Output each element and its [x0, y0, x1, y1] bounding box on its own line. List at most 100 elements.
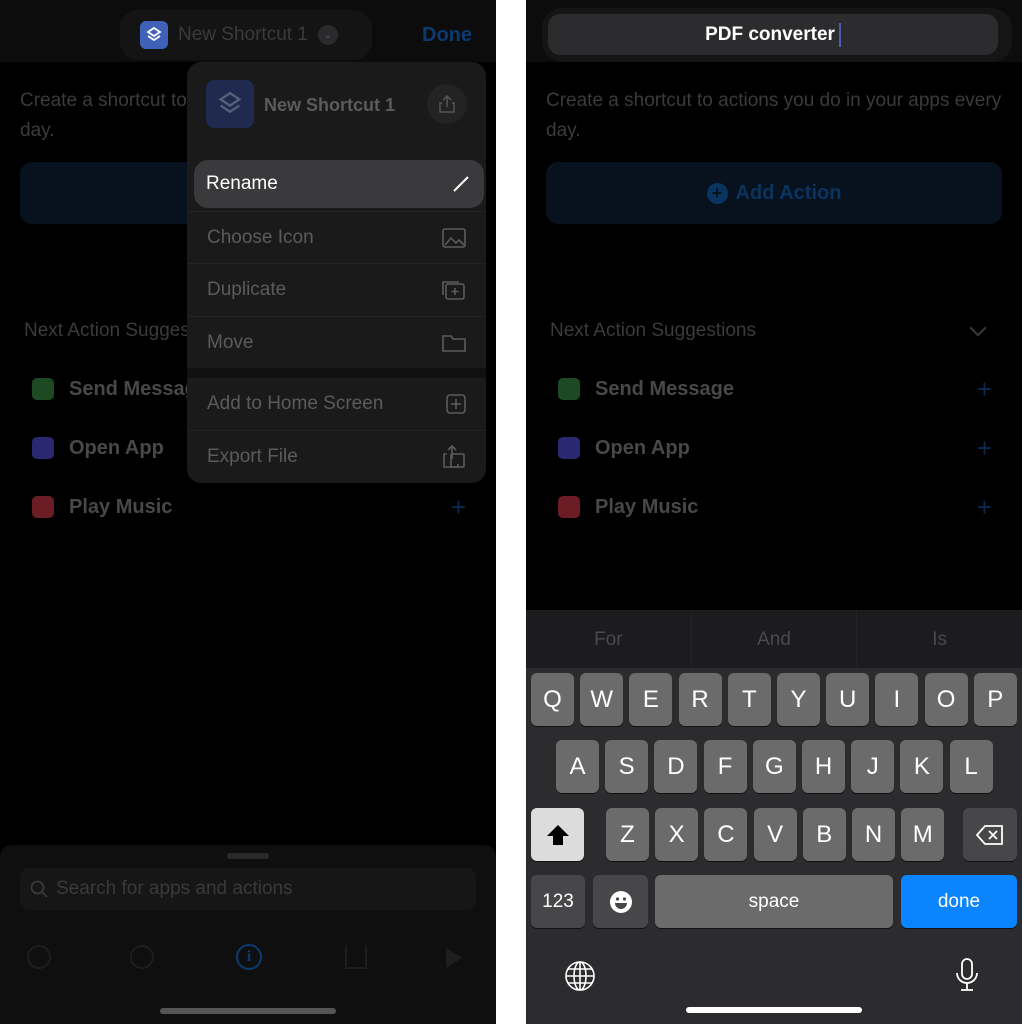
share-button[interactable]: [427, 84, 467, 124]
key-b[interactable]: B: [802, 808, 846, 861]
key-l[interactable]: L: [949, 740, 993, 793]
suggestion-row[interactable]: Open App +: [546, 425, 1002, 471]
info-icon[interactable]: i: [236, 944, 262, 970]
menu-item-duplicate[interactable]: Duplicate: [187, 263, 486, 315]
duplicate-icon: [442, 280, 465, 300]
menu-item-choose-icon[interactable]: Choose Icon: [187, 211, 486, 263]
menu-shortcut-icon: [206, 80, 254, 128]
keyboard: For And Is QWERTYUIOP ASDFGHJKL ZXCVBNM 12…: [526, 610, 1022, 1024]
menu-item-label: Choose Icon: [207, 226, 314, 248]
add-action-button[interactable]: + Add Action: [546, 162, 1002, 224]
shortcut-name-input[interactable]: PDF converter: [548, 14, 998, 55]
microphone-icon[interactable]: [955, 958, 979, 992]
menu-item-label: Duplicate: [207, 278, 287, 300]
plus-circle-icon: +: [706, 182, 728, 204]
app-icon: [32, 437, 54, 459]
sheet-handle[interactable]: [227, 853, 269, 859]
undo-icon[interactable]: [27, 945, 51, 969]
search-field[interactable]: Search for apps and actions: [20, 868, 476, 910]
key-m[interactable]: M: [901, 808, 945, 861]
key-i[interactable]: I: [875, 673, 919, 726]
emoji-icon: [609, 890, 632, 913]
suggestion-row[interactable]: Send Message +: [546, 366, 1002, 412]
key-d[interactable]: D: [654, 740, 698, 793]
home-indicator: [686, 1007, 862, 1013]
plus-square-icon: [446, 394, 466, 414]
key-u[interactable]: U: [826, 673, 870, 726]
key-c[interactable]: C: [704, 808, 748, 861]
suggestion-row[interactable]: Play Music +: [546, 484, 1002, 530]
add-action-label: Add Action: [735, 181, 842, 204]
plus-icon[interactable]: +: [451, 492, 466, 523]
numbers-key[interactable]: 123: [531, 875, 585, 928]
plus-icon[interactable]: +: [977, 433, 992, 464]
suggestion-label: Play Music: [595, 495, 699, 518]
suggestion-row[interactable]: Play Music +: [20, 484, 476, 530]
key-j[interactable]: J: [851, 740, 895, 793]
chevron-down-icon[interactable]: ⌄: [317, 25, 338, 45]
prediction-item[interactable]: And: [692, 610, 858, 668]
key-v[interactable]: V: [753, 808, 797, 861]
share-icon[interactable]: [345, 945, 367, 969]
prediction-bar: For And Is: [526, 610, 1022, 668]
menu-item-rename[interactable]: Rename: [194, 160, 484, 208]
bottom-sheet: Search for apps and actions i: [0, 845, 496, 1024]
search-icon: [30, 880, 48, 898]
menu-item-add-to-home-screen[interactable]: Add to Home Screen: [187, 378, 486, 430]
key-q[interactable]: Q: [531, 673, 574, 726]
left-screen: New Shortcut 1 ⌄ Done Create a shortcut …: [0, 0, 496, 1024]
key-o[interactable]: O: [924, 673, 968, 726]
photo-icon: [442, 227, 466, 248]
key-y[interactable]: Y: [777, 673, 820, 726]
key-e[interactable]: E: [629, 673, 673, 726]
space-key[interactable]: space: [655, 875, 893, 928]
menu-title: New Shortcut 1: [264, 95, 396, 115]
search-placeholder: Search for apps and actions: [56, 878, 293, 899]
plus-icon[interactable]: +: [977, 374, 992, 405]
shortcut-title: New Shortcut 1: [178, 24, 308, 45]
key-h[interactable]: H: [802, 740, 845, 793]
done-button[interactable]: Done: [422, 24, 472, 47]
key-x[interactable]: X: [655, 808, 699, 861]
music-icon: [558, 496, 580, 518]
key-w[interactable]: W: [580, 673, 624, 726]
redo-icon[interactable]: [130, 945, 154, 969]
shift-key[interactable]: [531, 808, 584, 861]
messages-icon: [32, 378, 54, 400]
prediction-item[interactable]: Is: [857, 610, 1022, 668]
menu-item-label: Move: [207, 331, 254, 353]
key-a[interactable]: A: [556, 740, 599, 793]
key-n[interactable]: N: [852, 808, 895, 861]
plus-icon[interactable]: +: [977, 492, 992, 523]
menu-item-export-file[interactable]: Export File: [187, 430, 486, 482]
key-s[interactable]: S: [605, 740, 649, 793]
emoji-key[interactable]: [593, 875, 648, 928]
title-pill[interactable]: New Shortcut 1 ⌄: [120, 10, 372, 60]
play-icon[interactable]: [446, 948, 462, 968]
key-f[interactable]: F: [703, 740, 747, 793]
key-g[interactable]: G: [752, 740, 796, 793]
menu-item-label: Rename: [206, 173, 278, 194]
suggestion-label: Open App: [69, 436, 164, 459]
done-key[interactable]: done: [901, 875, 1017, 928]
menu-separator: [187, 368, 486, 378]
chevron-down-icon[interactable]: [969, 319, 987, 337]
right-screen: PDF converter Create a shortcut to actio…: [526, 0, 1022, 1024]
suggestions-header: Next Action Suggestions: [550, 320, 756, 341]
key-t[interactable]: T: [727, 673, 771, 726]
key-k[interactable]: K: [900, 740, 944, 793]
context-menu: New Shortcut 1 Rename Choose Icon Duplic…: [187, 62, 486, 483]
key-r[interactable]: R: [678, 673, 722, 726]
delete-key[interactable]: [963, 808, 1017, 861]
suggestion-label: Open App: [595, 436, 690, 459]
menu-item-label: Export File: [207, 445, 298, 467]
shortcut-icon: [140, 21, 168, 49]
backspace-icon: [976, 824, 1003, 845]
key-z[interactable]: Z: [606, 808, 649, 861]
prediction-item[interactable]: For: [526, 610, 692, 668]
menu-item-move[interactable]: Move: [187, 316, 486, 368]
globe-icon[interactable]: [564, 960, 596, 992]
key-p[interactable]: P: [973, 673, 1017, 726]
name-value: PDF converter: [705, 23, 835, 45]
suggestion-label: Play Music: [69, 495, 173, 518]
